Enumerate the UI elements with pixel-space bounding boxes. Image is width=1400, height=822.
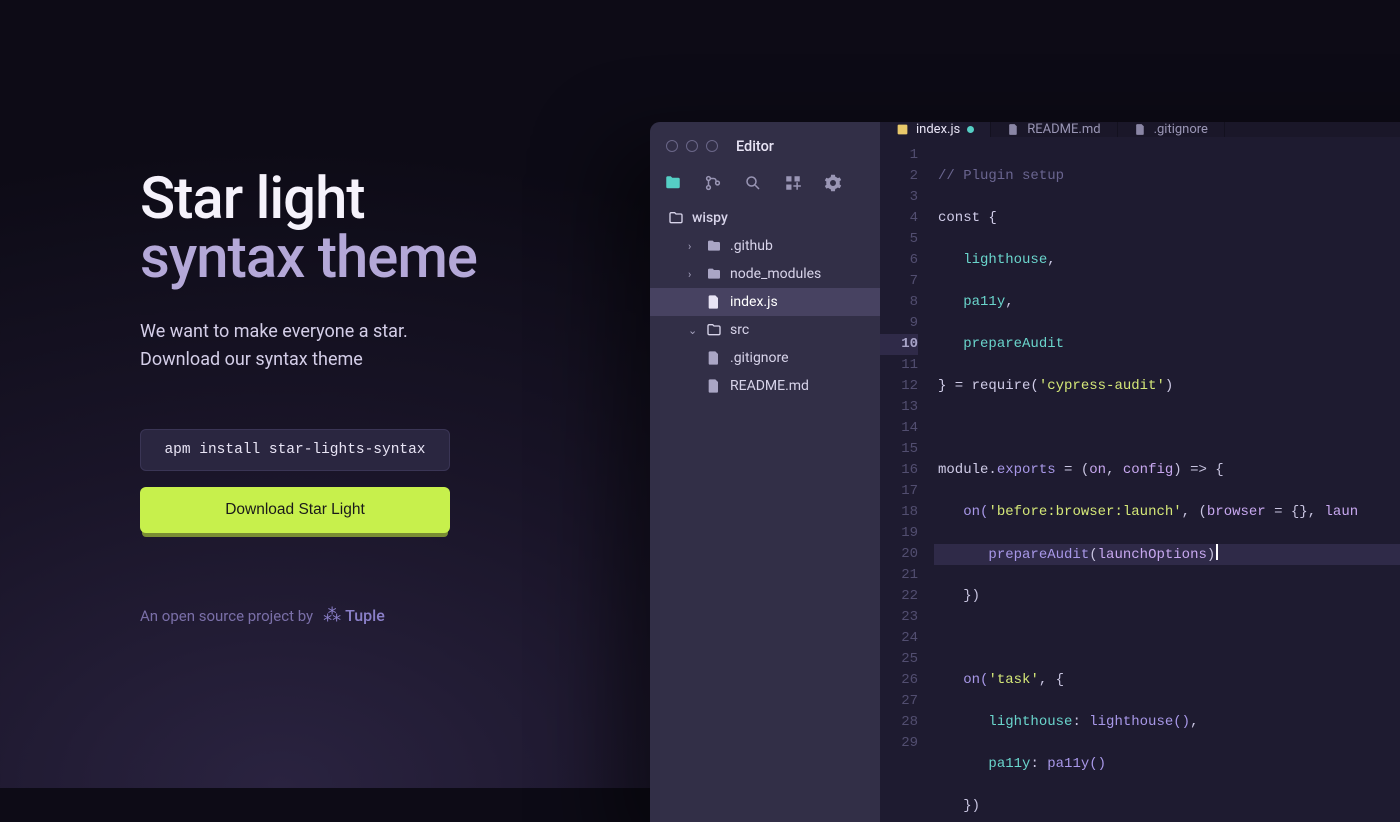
install-command[interactable]: apm install star-lights-syntax [140,429,450,471]
code-lines: // Plugin setup const { lighthouse, pa11… [934,145,1400,822]
cursor-icon [1216,544,1218,560]
editor-sidebar: Editor wispy › .github › node_modules [650,122,880,822]
sidebar-icons [650,170,880,200]
credit-line: An open source project by ⁂ Tuple [140,605,600,626]
files-icon[interactable] [664,174,682,192]
title-secondary: syntax theme [140,224,477,292]
chevron-down-icon: ⌄ [688,324,698,337]
tree-file-index[interactable]: index.js [650,288,880,316]
titlebar: Editor [650,122,880,170]
page-title: Star light syntax theme [140,170,600,288]
apps-icon[interactable] [784,174,802,192]
chevron-right-icon: › [688,240,698,253]
traffic-max-icon[interactable] [706,140,718,152]
tree-folder-github[interactable]: › .github [650,232,880,260]
project-root[interactable]: wispy [650,204,880,232]
git-icon[interactable] [704,174,722,192]
subtitle: We want to make everyone a star. Downloa… [140,318,600,374]
editor-main: index.js README.md .gitignore 1234567891… [880,122,1400,822]
tab-readme[interactable]: README.md [991,122,1117,137]
download-button[interactable]: Download Star Light [140,487,450,533]
tab-gitignore[interactable]: .gitignore [1118,122,1225,137]
code-area[interactable]: 1234567891011121314151617181920212223242… [880,137,1400,822]
editor-window: Editor wispy › .github › node_modules [650,122,1400,822]
tree-folder-nodemodules[interactable]: › node_modules [650,260,880,288]
dirty-dot-icon [967,126,974,133]
gear-icon[interactable] [824,174,842,192]
tree-file-readme[interactable]: README.md [650,372,880,400]
tuple-icon: ⁂ [323,605,341,626]
tree-file-gitignore[interactable]: .gitignore [650,344,880,372]
tree-folder-src[interactable]: ⌄ src [650,316,880,344]
line-gutter: 1234567891011121314151617181920212223242… [880,145,934,822]
traffic-close-icon[interactable] [666,140,678,152]
file-tree: wispy › .github › node_modules index.js … [650,200,880,400]
search-icon[interactable] [744,174,762,192]
brand-logo[interactable]: ⁂ Tuple [323,605,385,626]
tab-bar: index.js README.md .gitignore [880,122,1400,137]
tab-index[interactable]: index.js [880,122,991,137]
chevron-right-icon: › [688,268,698,281]
title-primary: Star light [140,165,365,233]
traffic-min-icon[interactable] [686,140,698,152]
window-title: Editor [736,138,774,155]
